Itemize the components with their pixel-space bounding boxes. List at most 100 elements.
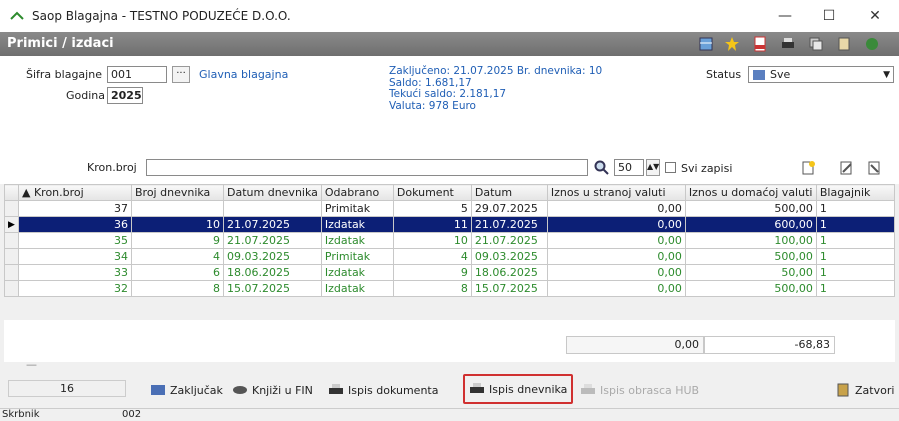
cell-datum-dnevnika: 21.07.2025 bbox=[223, 216, 322, 233]
row-marker bbox=[4, 264, 19, 281]
cell-iznos-domaca: 100,00 bbox=[684, 232, 817, 249]
row-marker bbox=[4, 280, 19, 297]
col-blagajnik[interactable]: Blagajnik bbox=[815, 184, 896, 201]
col-datum-dnevnika[interactable]: Datum dnevnika bbox=[223, 184, 322, 201]
zatvori-label: Zatvori bbox=[855, 383, 895, 397]
table-row[interactable]: 37 Primitak 5 29.07.2025 0,00 500,00 1 bbox=[4, 200, 896, 217]
cell-blagajnik: 1 bbox=[815, 232, 896, 249]
status-label: Status bbox=[706, 68, 742, 81]
cell-datum: 21.07.2025 bbox=[470, 232, 548, 249]
status-bar: Skrbnik 002 bbox=[0, 408, 899, 421]
search-label: Kron.broj bbox=[87, 161, 137, 174]
cell-datum-dnevnika: 18.06.2025 bbox=[223, 264, 322, 281]
search-icon[interactable] bbox=[594, 160, 610, 176]
pdf-icon[interactable] bbox=[752, 36, 768, 52]
sifra-input[interactable]: 001 bbox=[107, 66, 167, 83]
cell-broj: 10 bbox=[131, 216, 224, 233]
cell-dokument: 11 bbox=[392, 216, 472, 233]
cell-iznos-strana: 0,00 bbox=[546, 248, 686, 265]
sifra-lookup-button[interactable]: ··· bbox=[172, 66, 190, 83]
info-line-current-balance: Tekući saldo: 2.181,17 bbox=[389, 88, 507, 100]
print-disabled-icon bbox=[581, 384, 595, 394]
ispis-dnevnika-button[interactable]: Ispis dnevnika bbox=[463, 374, 574, 404]
section-header: Primici / izdaci bbox=[0, 32, 899, 56]
delete-document-icon[interactable] bbox=[866, 160, 882, 176]
transactions-table: ▲ Kron.broj Broj dnevnika Datum dnevnika… bbox=[4, 184, 896, 297]
knjizi-label: Knjiži u FIN bbox=[252, 383, 313, 397]
table-row[interactable]: 34 4 09.03.2025 Primitak 4 09.03.2025 0,… bbox=[4, 248, 896, 265]
copy-icon[interactable] bbox=[808, 36, 824, 52]
status-select[interactable]: Sve ▼ bbox=[748, 66, 894, 83]
cell-iznos-strana: 0,00 bbox=[546, 264, 686, 281]
cell-broj: 9 bbox=[131, 232, 224, 249]
close-button[interactable]: ✕ bbox=[860, 5, 890, 27]
zatvori-button[interactable]: Zatvori bbox=[835, 378, 894, 402]
lock-journal-icon bbox=[151, 385, 165, 395]
knjizi-fin-button[interactable]: Knjiži u FIN bbox=[232, 378, 313, 402]
cell-odabrano: Izdatak bbox=[320, 264, 394, 281]
edit-document-icon[interactable] bbox=[838, 160, 854, 176]
sifra-name: Glavna blagajna bbox=[199, 68, 289, 81]
paste-icon[interactable] bbox=[836, 36, 852, 52]
col-datum[interactable]: Datum bbox=[470, 184, 548, 201]
col-broj-dnevnika[interactable]: Broj dnevnika bbox=[131, 184, 224, 201]
ispis-dokumenta-label: Ispis dokumenta bbox=[348, 383, 439, 397]
ispis-hub-label: Ispis obrasca HUB bbox=[600, 383, 700, 397]
col-kron-broj[interactable]: ▲ Kron.broj bbox=[18, 184, 132, 201]
print-icon[interactable] bbox=[780, 36, 796, 52]
search-input[interactable] bbox=[146, 159, 588, 176]
cell-iznos-strana: 0,00 bbox=[546, 216, 686, 233]
godina-input[interactable]: 2025 bbox=[107, 87, 143, 104]
record-count-input[interactable]: 50 bbox=[614, 159, 644, 176]
status-value: 002 bbox=[122, 409, 142, 420]
status-value: Sve bbox=[770, 68, 791, 81]
favorite-star-icon[interactable] bbox=[724, 36, 740, 52]
total-domestic: -68,83 bbox=[704, 336, 835, 354]
maximize-button[interactable]: ☐ bbox=[814, 5, 844, 27]
info-line-closed: Zaključeno: 21.07.2025 Br. dnevnika: 10 bbox=[389, 65, 603, 77]
cell-odabrano: Primitak bbox=[320, 200, 394, 217]
minimize-button[interactable]: — bbox=[770, 5, 800, 27]
row-pointer-icon: ▶ bbox=[4, 216, 19, 233]
ispis-hub-button[interactable]: Ispis obrasca HUB bbox=[580, 378, 699, 402]
svi-zapisi-label: Svi zapisi bbox=[681, 162, 733, 175]
new-document-icon[interactable] bbox=[800, 160, 816, 176]
print-icon bbox=[329, 384, 343, 394]
cell-odabrano: Primitak bbox=[320, 248, 394, 265]
window-title: Saop Blagajna - TESTNO PODUZEĆE D.O.O. bbox=[32, 9, 291, 23]
cell-dokument: 9 bbox=[392, 264, 472, 281]
row-marker-header bbox=[4, 184, 19, 201]
cell-datum: 21.07.2025 bbox=[470, 216, 548, 233]
zakljucak-button[interactable]: Zaključak bbox=[150, 378, 223, 402]
cell-blagajnik: 1 bbox=[815, 264, 896, 281]
row-marker bbox=[4, 232, 19, 249]
exit-icon[interactable] bbox=[864, 36, 880, 52]
cell-dokument: 5 bbox=[392, 200, 472, 217]
status-label: Skrbnik bbox=[2, 409, 40, 420]
table-row-selected[interactable]: ▶ 36 10 21.07.2025 Izdatak 11 21.07.2025… bbox=[4, 216, 896, 233]
chevron-down-icon: ▼ bbox=[883, 69, 890, 80]
ispis-dokumenta-button[interactable]: Ispis dokumenta bbox=[328, 378, 438, 402]
col-iznos-strana[interactable]: Iznos u stranoj valuti bbox=[546, 184, 686, 201]
sifra-label: Šifra blagajne bbox=[26, 68, 102, 81]
cell-dokument: 8 bbox=[392, 280, 472, 297]
count-spinner[interactable]: ▲▼ bbox=[646, 159, 660, 176]
cell-odabrano: Izdatak bbox=[320, 232, 394, 249]
grid-settings-icon[interactable] bbox=[698, 36, 714, 52]
table-header-row: ▲ Kron.broj Broj dnevnika Datum dnevnika… bbox=[4, 184, 896, 201]
cell-datum: 15.07.2025 bbox=[470, 280, 548, 297]
col-iznos-domaca[interactable]: Iznos u domaćoj valuti bbox=[684, 184, 817, 201]
cell-kron: 33 bbox=[18, 264, 132, 281]
table-row[interactable]: 33 6 18.06.2025 Izdatak 9 18.06.2025 0,0… bbox=[4, 264, 896, 281]
info-line-currency: Valuta: 978 Euro bbox=[389, 99, 476, 112]
print-icon bbox=[470, 383, 484, 393]
window-titlebar: Saop Blagajna - TESTNO PODUZEĆE D.O.O. —… bbox=[0, 0, 899, 32]
col-dokument[interactable]: Dokument bbox=[392, 184, 472, 201]
table-row[interactable]: 32 8 15.07.2025 Izdatak 8 15.07.2025 0,0… bbox=[4, 280, 896, 297]
cell-kron: 32 bbox=[18, 280, 132, 297]
col-odabrano[interactable]: Odabrano bbox=[320, 184, 394, 201]
svi-zapisi-checkbox[interactable] bbox=[665, 162, 676, 173]
cell-blagajnik: 1 bbox=[815, 248, 896, 265]
cell-kron: 36 bbox=[18, 216, 132, 233]
table-row[interactable]: 35 9 21.07.2025 Izdatak 10 21.07.2025 0,… bbox=[4, 232, 896, 249]
